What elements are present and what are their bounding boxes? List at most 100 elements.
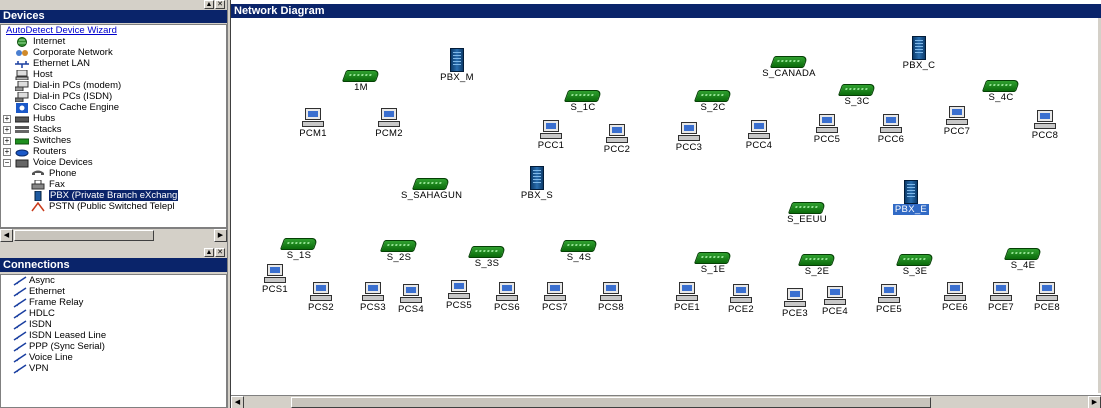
expand-icon[interactable]: + xyxy=(3,148,11,156)
diagram-node-pbx-m[interactable]: PBX_M xyxy=(427,48,487,83)
expand-icon[interactable]: + xyxy=(3,126,11,134)
connection-icon xyxy=(13,342,27,352)
close-panel-button[interactable]: ✕ xyxy=(215,0,225,9)
diagram-node-s-2e[interactable]: S_2E xyxy=(787,254,847,277)
collapse-icon[interactable]: − xyxy=(3,159,11,167)
device-tree-item[interactable]: Phone xyxy=(1,168,226,179)
expand-icon[interactable]: + xyxy=(3,115,11,123)
scroll-right-button[interactable]: ▶ xyxy=(214,229,227,242)
connection-icon xyxy=(13,320,27,330)
diagram-horizontal-scrollbar[interactable]: ◀ ▶ xyxy=(231,395,1101,408)
diagram-node-pcc5[interactable]: PCC5 xyxy=(797,114,857,145)
diagram-node-s-2c[interactable]: S_2C xyxy=(683,90,743,113)
diagram-node-s-4e[interactable]: S_4E xyxy=(993,248,1053,271)
connection-item[interactable]: VPN xyxy=(1,363,226,374)
diagram-node-s-1c[interactable]: S_1C xyxy=(553,90,613,113)
scroll-thumb[interactable] xyxy=(14,230,154,241)
diagram-canvas[interactable]: 1M PBX_M PCM1 PCM2 S_1C S_2C S_CANADA PBX_C S_3C… xyxy=(231,18,1099,393)
device-tree-item[interactable]: Internet xyxy=(1,36,226,47)
diagram-node-s-1s[interactable]: S_1S xyxy=(269,238,329,261)
diagram-node-pce5[interactable]: PCE5 xyxy=(859,284,919,315)
pc-icon xyxy=(678,122,700,142)
autodetect-wizard-link[interactable]: AutoDetect Device Wizard xyxy=(1,25,226,36)
device-tree-item[interactable]: PBX (Private Branch eXchang xyxy=(1,190,226,202)
node-label: S_4S xyxy=(566,252,592,263)
diagram-node-pcc1[interactable]: PCC1 xyxy=(521,120,581,151)
connection-item[interactable]: ISDN xyxy=(1,319,226,330)
node-label: PCE1 xyxy=(673,302,701,313)
close-panel-button[interactable]: ✕ xyxy=(215,248,225,257)
minimize-panel-button[interactable]: ▲ xyxy=(204,0,214,9)
diagram-node-s-4s[interactable]: S_4S xyxy=(549,240,609,263)
device-tree-item[interactable]: Cisco Cache Engine xyxy=(1,102,226,113)
devices-tree[interactable]: AutoDetect Device Wizard Internet Corpora… xyxy=(0,24,227,228)
diagram-node-s-eeuu[interactable]: S_EEUU xyxy=(777,202,837,225)
diagram-node-pcs2[interactable]: PCS2 xyxy=(291,282,351,313)
connection-label: Async xyxy=(29,275,55,286)
diagram-node-pcm1[interactable]: PCM1 xyxy=(283,108,343,139)
diagram-node-s-canada[interactable]: S_CANADA xyxy=(759,56,819,79)
connection-item[interactable]: Voice Line xyxy=(1,352,226,363)
scroll-thumb[interactable] xyxy=(291,397,931,408)
node-label: PCS8 xyxy=(597,302,625,313)
node-label: PBX_C xyxy=(902,60,936,71)
device-tree-item[interactable]: + Hubs xyxy=(1,113,226,124)
diagram-node-pbx-c[interactable]: PBX_C xyxy=(889,36,949,71)
diagram-node-pcc7[interactable]: PCC7 xyxy=(927,106,987,137)
diagram-node-pcc6[interactable]: PCC6 xyxy=(861,114,921,145)
connections-tree[interactable]: Async Ethernet Frame Relay HDLC ISDN ISDN Lea… xyxy=(0,274,227,408)
diagram-node-pbx-s[interactable]: PBX_S xyxy=(507,166,567,201)
diagram-node-s-3e[interactable]: S_3E xyxy=(885,254,945,277)
connections-panel: ▲ ✕ Connections xyxy=(0,248,227,272)
diagram-node-s-3c[interactable]: S_3C xyxy=(827,84,887,107)
scroll-left-button[interactable]: ◀ xyxy=(231,396,244,408)
expand-icon[interactable]: + xyxy=(3,137,11,145)
connection-item[interactable]: ISDN Leased Line xyxy=(1,330,226,341)
devices-horizontal-scrollbar[interactable]: ◀ ▶ xyxy=(0,228,227,242)
diagram-node-pcc4[interactable]: PCC4 xyxy=(729,120,789,151)
diagram-node-pcm2[interactable]: PCM2 xyxy=(359,108,419,139)
device-tree-item[interactable]: + Switches xyxy=(1,135,226,146)
diagram-node-pce4[interactable]: PCE4 xyxy=(805,286,865,317)
scroll-right-button[interactable]: ▶ xyxy=(1088,396,1101,408)
diagram-node-s-2s[interactable]: S_2S xyxy=(369,240,429,263)
device-tree-item[interactable]: Dial-in PCs (ISDN) xyxy=(1,91,226,103)
diagram-node-pce1[interactable]: PCE1 xyxy=(657,282,717,313)
diagram-node-s-sahagun[interactable]: S_SAHAGUN xyxy=(401,178,462,201)
diagram-node-1m[interactable]: 1M xyxy=(331,70,391,93)
connection-item[interactable]: Ethernet xyxy=(1,286,226,297)
device-tree-item[interactable]: Host xyxy=(1,69,226,81)
device-tree-item[interactable]: Ethernet LAN xyxy=(1,58,226,69)
diagram-node-pce2[interactable]: PCE2 xyxy=(711,284,771,315)
minimize-panel-button[interactable]: ▲ xyxy=(204,248,214,257)
pc-icon xyxy=(302,108,324,128)
switch-icon xyxy=(14,136,30,145)
device-tree-item[interactable]: Dial-in PCs (modem) xyxy=(1,80,226,92)
device-tree-item[interactable]: + Routers xyxy=(1,146,226,157)
diagram-node-s-4c[interactable]: S_4C xyxy=(971,80,1031,103)
diagram-node-pcc2[interactable]: PCC2 xyxy=(587,124,647,155)
device-tree-item[interactable]: Fax xyxy=(1,179,226,190)
node-label: S_1C xyxy=(570,102,596,113)
diagram-node-pcc8[interactable]: PCC8 xyxy=(1015,110,1075,141)
switch-icon xyxy=(279,238,319,250)
host-icon xyxy=(15,69,29,81)
connection-item[interactable]: Frame Relay xyxy=(1,297,226,308)
diagram-node-pbx-e[interactable]: PBX_E xyxy=(881,180,941,215)
device-tree-item[interactable]: − Voice Devices xyxy=(1,157,226,168)
diagram-node-pcs7[interactable]: PCS7 xyxy=(525,282,585,313)
connection-item[interactable]: HDLC xyxy=(1,308,226,319)
diagram-node-s-3s[interactable]: S_3S xyxy=(457,246,517,269)
connection-item[interactable]: Async xyxy=(1,275,226,286)
connection-list: Async Ethernet Frame Relay HDLC ISDN ISDN Lea… xyxy=(1,275,226,374)
device-tree-item[interactable]: Corporate Network xyxy=(1,47,226,58)
device-tree-item[interactable]: PSTN (Public Switched Telepl xyxy=(1,201,226,212)
diagram-node-s-1e[interactable]: S_1E xyxy=(683,252,743,275)
diagram-node-pce8[interactable]: PCE8 xyxy=(1017,282,1077,313)
scroll-left-button[interactable]: ◀ xyxy=(0,229,13,242)
connection-item[interactable]: PPP (Sync Serial) xyxy=(1,341,226,352)
diagram-node-pcs8[interactable]: PCS8 xyxy=(581,282,641,313)
node-label: PCS4 xyxy=(397,304,425,315)
diagram-node-pcc3[interactable]: PCC3 xyxy=(659,122,719,153)
device-tree-item[interactable]: + Stacks xyxy=(1,124,226,135)
